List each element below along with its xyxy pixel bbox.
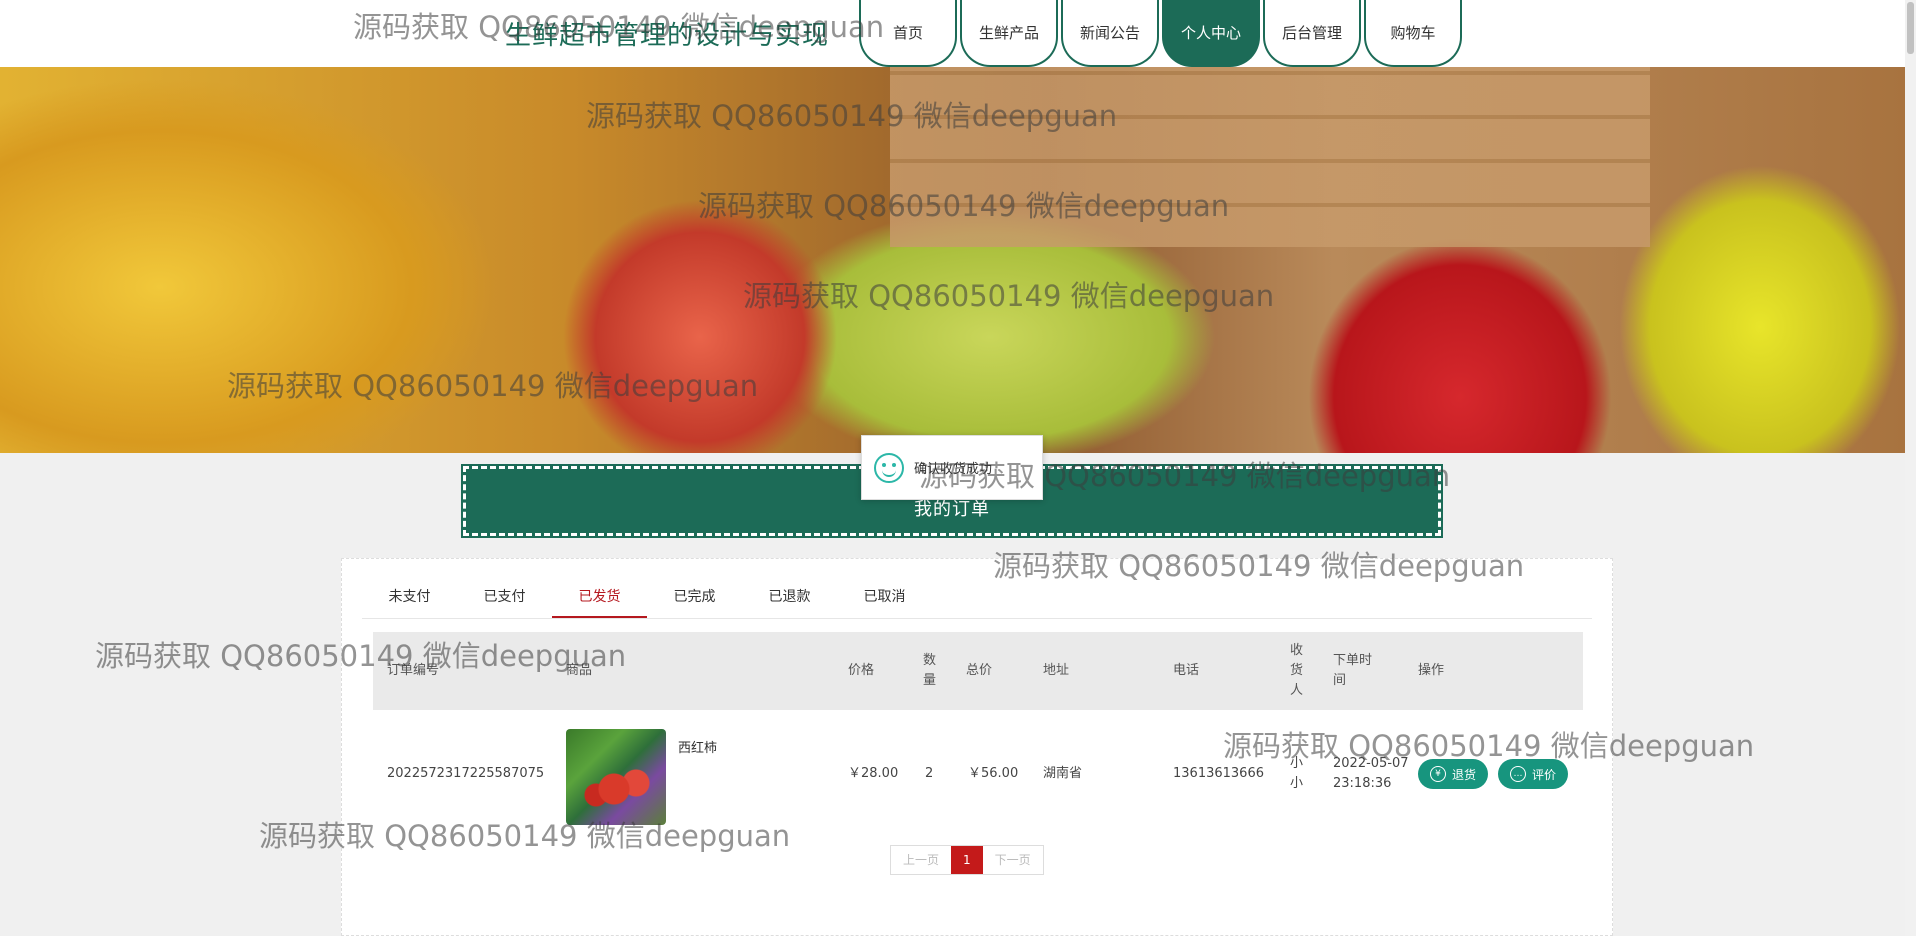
col-price: 价格 xyxy=(848,663,875,678)
cell-receiver: 小小 xyxy=(1290,756,1304,791)
table-header: 订单编号 商品 价格 数量 总价 地址 电话 收货人 下单时间 操作 xyxy=(373,632,1583,710)
header: 生鲜超市管理的设计与实现 首页 生鲜产品 新闻公告 个人中心 后台管理 购物车 xyxy=(0,0,1905,67)
col-total: 总价 xyxy=(966,663,993,678)
nav-home[interactable]: 首页 xyxy=(859,0,957,67)
tab-refunded[interactable]: 已退款 xyxy=(742,577,837,618)
col-action: 操作 xyxy=(1418,663,1445,678)
col-address: 地址 xyxy=(1043,663,1070,678)
nav-cart[interactable]: 购物车 xyxy=(1364,0,1462,67)
review-label: 评价 xyxy=(1532,767,1557,782)
cell-product-name[interactable]: 西红柿 xyxy=(678,737,717,756)
col-qty: 数量 xyxy=(923,653,937,688)
nav-admin[interactable]: 后台管理 xyxy=(1263,0,1361,67)
col-order-no: 订单编号 xyxy=(387,663,440,678)
site-title: 生鲜超市管理的设计与实现 xyxy=(505,21,830,51)
tab-completed[interactable]: 已完成 xyxy=(647,577,742,618)
tab-cancelled[interactable]: 已取消 xyxy=(837,577,932,618)
success-toast: 确认收货成功 xyxy=(861,435,1043,500)
comment-icon: … xyxy=(1510,766,1526,782)
col-receiver: 收货人 xyxy=(1290,643,1304,698)
nav-personal-center[interactable]: 个人中心 xyxy=(1162,0,1260,67)
nav-news[interactable]: 新闻公告 xyxy=(1061,0,1159,67)
col-order-time: 下单时间 xyxy=(1333,653,1373,688)
cell-phone: 13613613666 xyxy=(1173,766,1264,781)
main-nav: 首页 生鲜产品 新闻公告 个人中心 后台管理 购物车 xyxy=(859,0,1462,67)
prev-page-button[interactable]: 上一页 xyxy=(891,846,952,874)
toast-message: 确认收货成功 xyxy=(914,462,993,477)
tab-unpaid[interactable]: 未支付 xyxy=(362,577,457,618)
page-1-button[interactable]: 1 xyxy=(951,846,983,874)
review-button[interactable]: … 评价 xyxy=(1498,759,1569,789)
order-status-tabs: 未支付 已支付 已发货 已完成 已退款 已取消 xyxy=(362,577,1592,619)
scrollbar-thumb[interactable] xyxy=(1907,2,1914,54)
cell-order-time: 2022-05-07 23:18:36 xyxy=(1333,756,1409,791)
tab-paid[interactable]: 已支付 xyxy=(457,577,552,618)
banner-image xyxy=(890,67,1650,247)
cell-total: ￥56.00 xyxy=(968,766,1019,781)
cell-address: 湖南省 xyxy=(1043,766,1083,781)
product-image[interactable] xyxy=(566,729,666,825)
pagination: 上一页 1 下一页 xyxy=(890,845,1044,875)
table-row: 2022572317225587075 西红柿 ￥28.00 2 ￥56.00 … xyxy=(373,719,1583,829)
page-scrollbar[interactable] xyxy=(1905,0,1916,936)
banner-carousel xyxy=(0,67,1905,453)
col-phone: 电话 xyxy=(1173,663,1200,678)
col-product: 商品 xyxy=(566,663,593,678)
refund-button[interactable]: ¥ 退货 xyxy=(1418,759,1489,789)
yen-icon: ¥ xyxy=(1430,766,1446,782)
smile-icon xyxy=(874,452,904,483)
orders-panel: 未支付 已支付 已发货 已完成 已退款 已取消 订单编号 商品 价格 数量 总价… xyxy=(341,558,1613,936)
cell-qty: 2 xyxy=(925,766,934,781)
tab-shipped[interactable]: 已发货 xyxy=(552,577,647,618)
nav-fresh-products[interactable]: 生鲜产品 xyxy=(960,0,1058,67)
cell-order-no: 2022572317225587075 xyxy=(387,766,545,781)
next-page-button[interactable]: 下一页 xyxy=(982,846,1043,874)
cell-price: ￥28.00 xyxy=(848,766,899,781)
refund-label: 退货 xyxy=(1452,767,1477,782)
